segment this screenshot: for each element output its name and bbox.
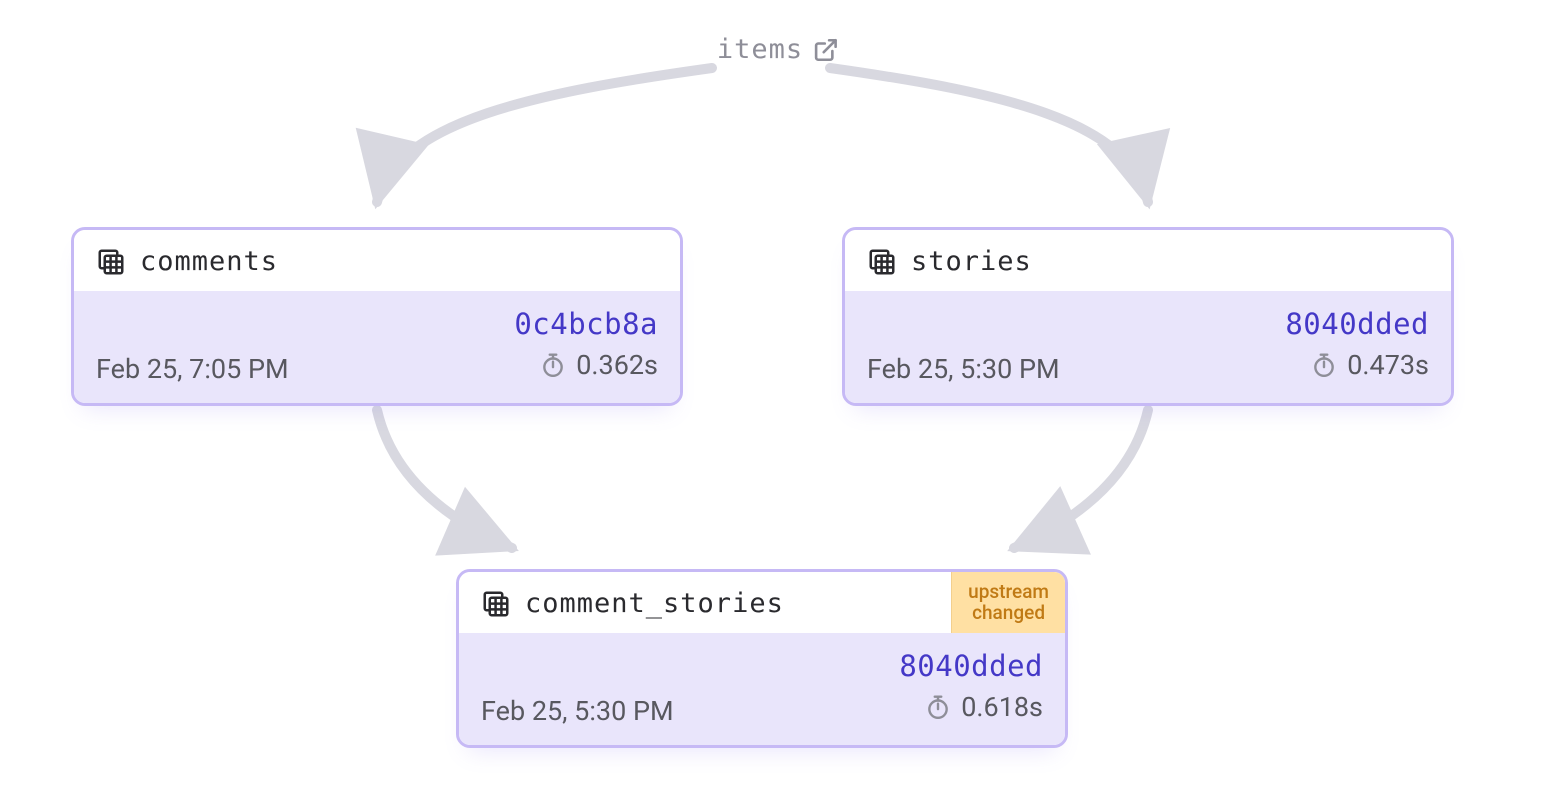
run-duration: 0.362s [540,349,658,381]
card-header: comment_stories upstream changed [459,572,1065,633]
card-title: stories [911,246,1032,277]
run-timestamp: Feb 25, 7:05 PM [96,353,289,385]
card-header: comments [74,230,680,291]
root-node-label: items [717,34,803,65]
node-card-stories[interactable]: stories 8040dded Feb 25, 5:30 PM 0.473s [842,227,1454,406]
node-card-comment-stories[interactable]: comment_stories upstream changed 8040dde… [456,569,1068,748]
card-title: comments [140,246,278,277]
run-hash[interactable]: 0c4bcb8a [514,307,658,341]
card-header: stories [845,230,1451,291]
run-duration: 0.473s [1311,349,1429,381]
table-stack-icon [96,247,126,277]
run-timestamp: Feb 25, 5:30 PM [481,695,674,727]
table-stack-icon [481,589,511,619]
card-body: 8040dded Feb 25, 5:30 PM 0.618s [459,633,1065,745]
run-hash[interactable]: 8040dded [899,649,1043,683]
card-body: 0c4bcb8a Feb 25, 7:05 PM 0.362s [74,291,680,403]
stopwatch-icon [1311,352,1337,378]
run-hash[interactable]: 8040dded [1285,307,1429,341]
stopwatch-icon [540,352,566,378]
root-node-link[interactable]: items [717,34,839,65]
external-link-icon [813,37,839,63]
card-title: comment_stories [525,588,784,619]
card-body: 8040dded Feb 25, 5:30 PM 0.473s [845,291,1451,403]
status-badge-upstream-changed: upstream changed [951,572,1065,633]
stopwatch-icon [925,694,951,720]
run-timestamp: Feb 25, 5:30 PM [867,353,1060,385]
node-card-comments[interactable]: comments 0c4bcb8a Feb 25, 7:05 PM 0.362s [71,227,683,406]
table-stack-icon [867,247,897,277]
run-duration: 0.618s [925,691,1043,723]
